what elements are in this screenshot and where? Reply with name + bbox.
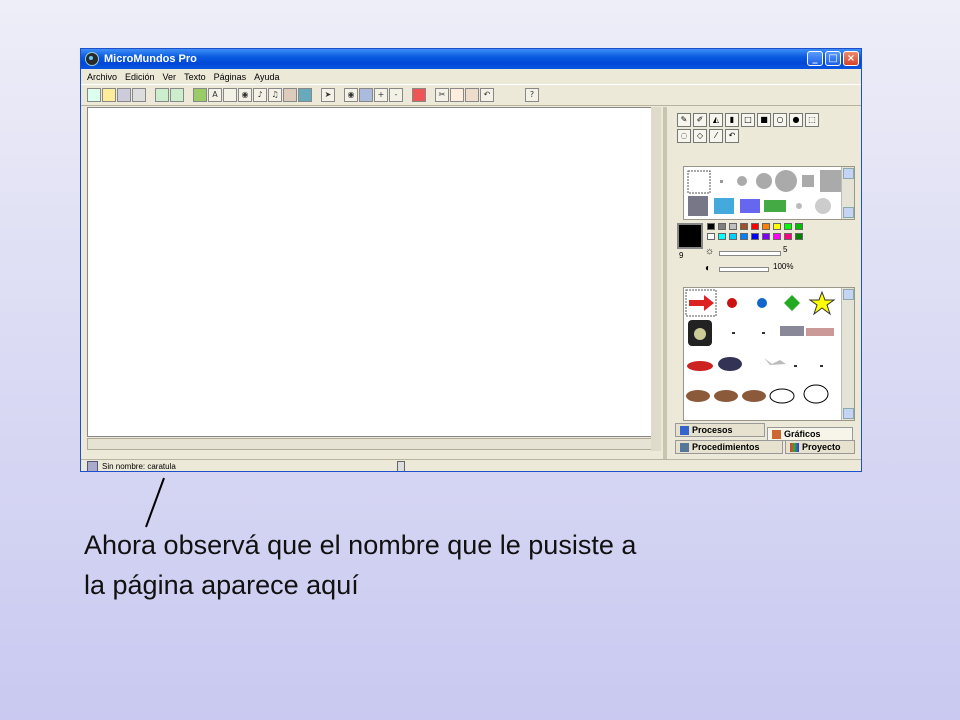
caption-line-1: Ahora observá que el nombre que le pusis… — [84, 530, 637, 560]
caption-text: Ahora observá que el nombre que le pusis… — [84, 525, 884, 605]
caption-line-2: la página aparece aquí — [84, 570, 359, 600]
pointer-arrow — [145, 477, 165, 528]
